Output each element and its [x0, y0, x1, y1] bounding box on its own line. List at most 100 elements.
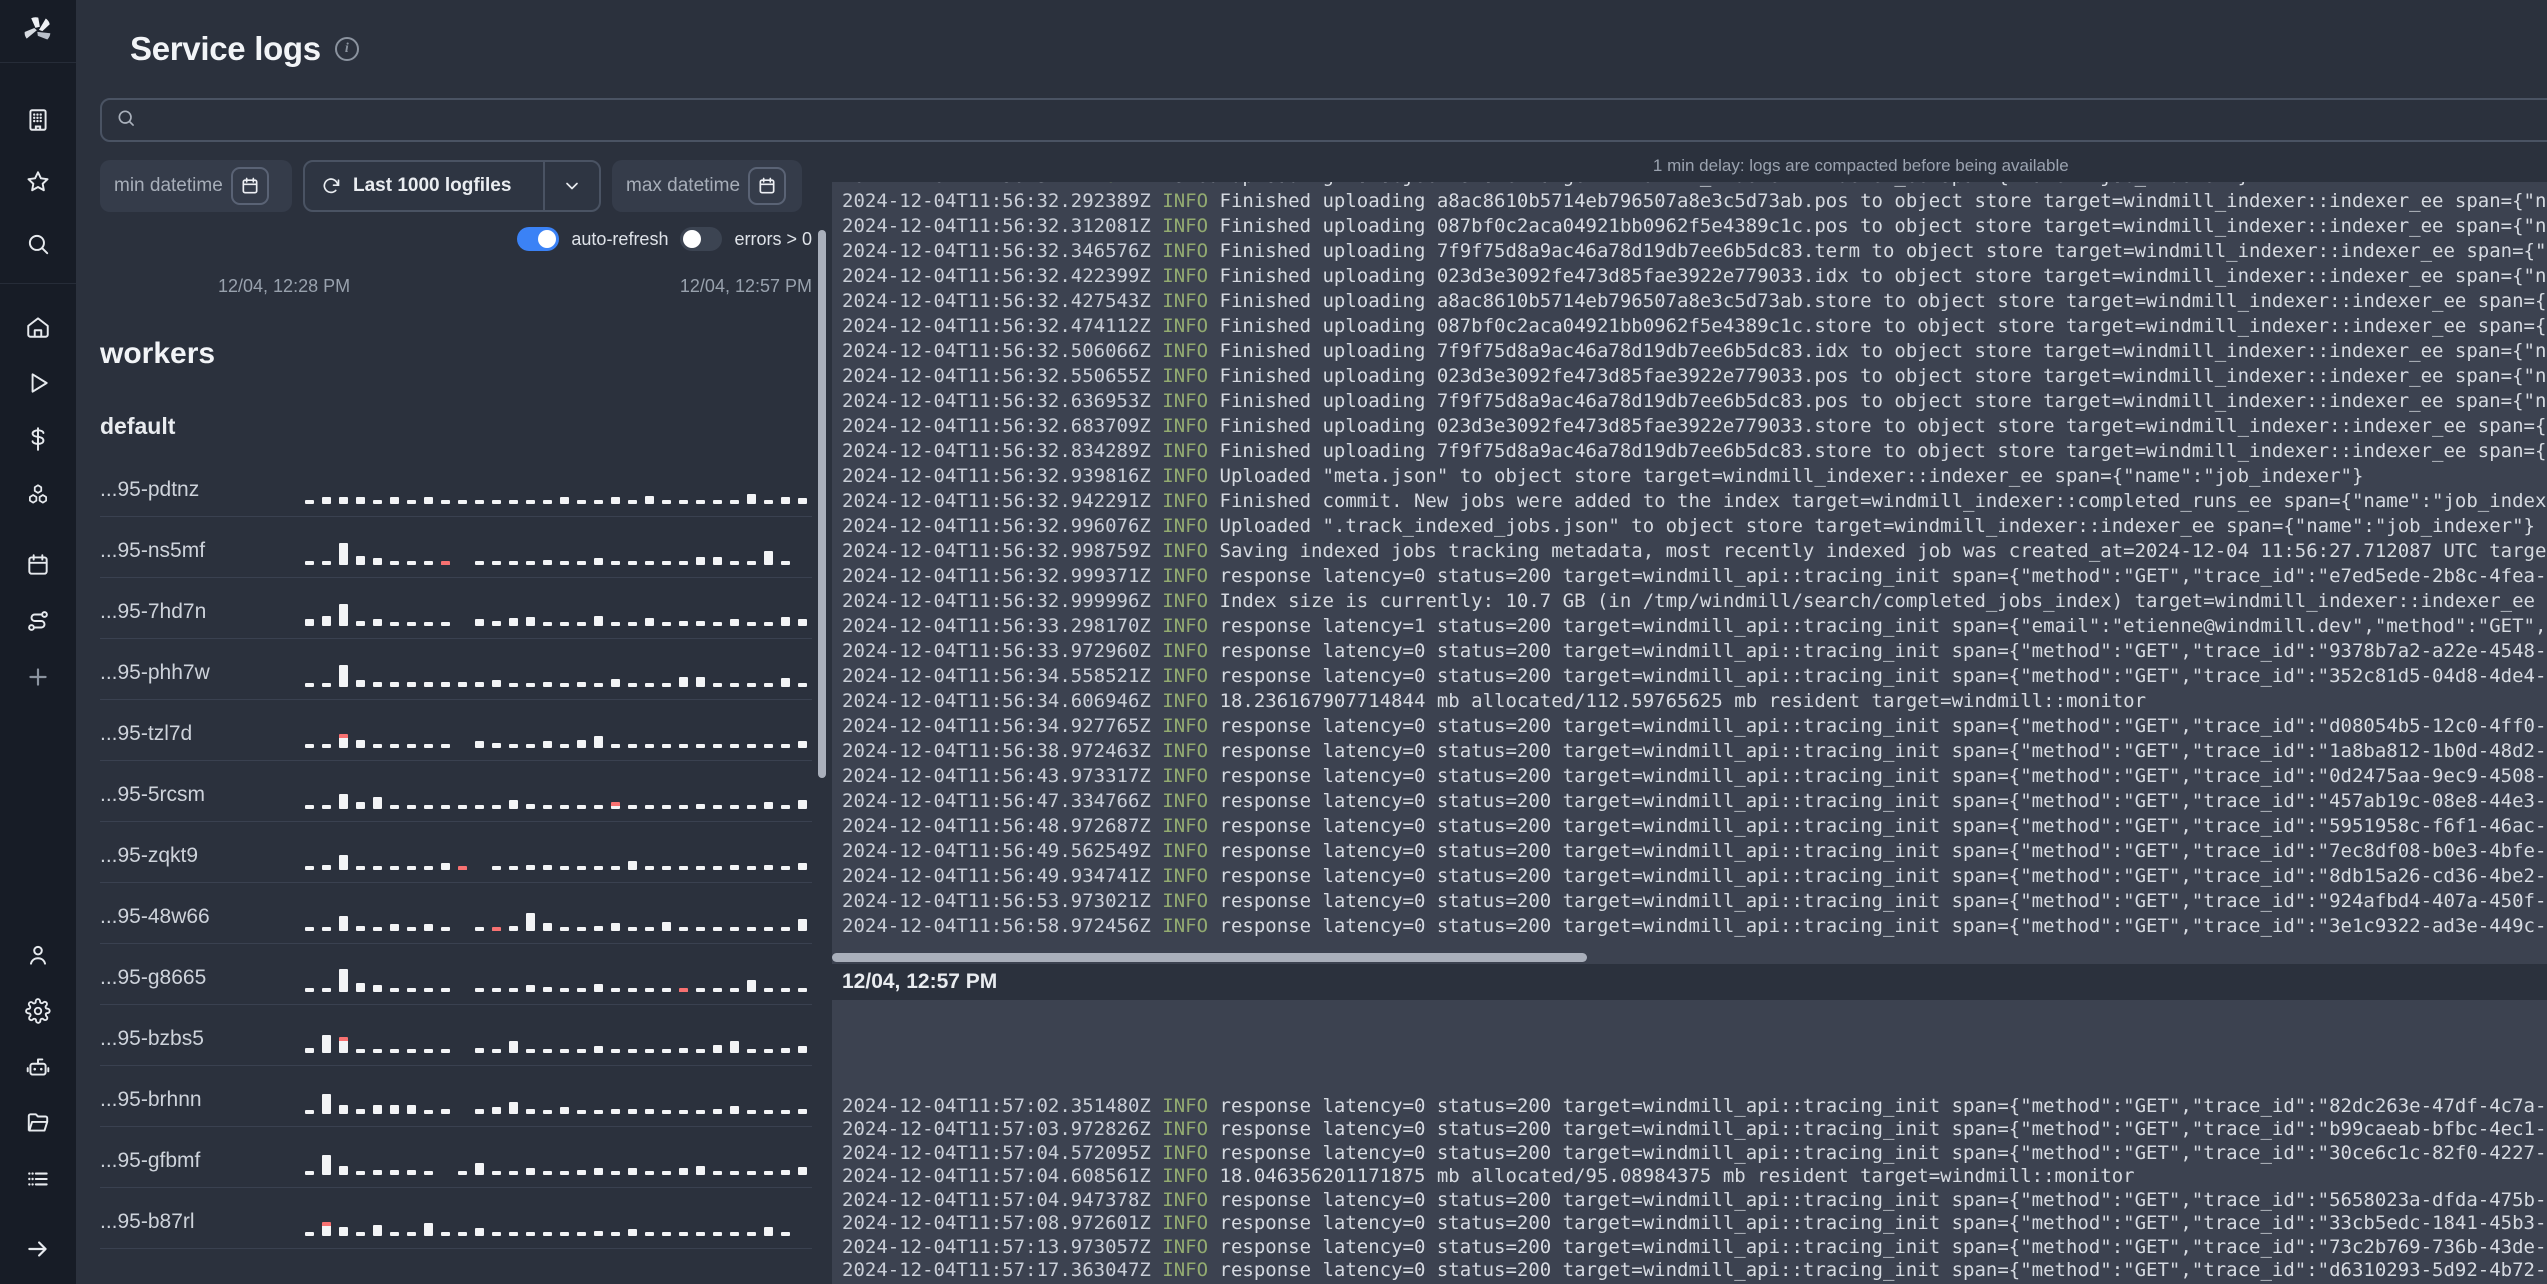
search-bar[interactable]	[100, 98, 2547, 142]
worker-row[interactable]: ...95-pdtnz	[100, 456, 812, 517]
activity-bar	[577, 1170, 586, 1175]
activity-bar	[679, 1232, 688, 1236]
expand-sidebar-arrow-icon[interactable]	[25, 1236, 51, 1262]
log-lines-bottom: 2024-12-04T11:57:02.351480Z INFO respons…	[842, 1095, 2547, 1284]
activity-bar	[645, 744, 654, 748]
min-datetime-calendar-button[interactable]	[230, 167, 269, 205]
schedules-calendar-icon[interactable]	[25, 552, 51, 578]
activity-bar	[356, 1109, 365, 1114]
user-icon[interactable]	[25, 942, 51, 968]
worker-row[interactable]: ...95-7hd7n	[100, 578, 812, 639]
add-plus-icon[interactable]	[25, 664, 51, 690]
sidebar	[0, 0, 76, 1284]
activity-bar	[577, 988, 586, 992]
errors-toggle[interactable]	[680, 227, 723, 251]
worker-row[interactable]: ...95-zqkt9	[100, 822, 812, 883]
audit-list-icon[interactable]	[25, 1166, 51, 1192]
max-datetime-calendar-button[interactable]	[748, 167, 787, 205]
activity-bar	[339, 855, 348, 870]
workers-robot-icon[interactable]	[25, 1054, 51, 1080]
worker-row[interactable]: ...95-gfbmf	[100, 1127, 812, 1188]
search-icon[interactable]	[25, 231, 51, 257]
resources-cubes-icon[interactable]	[25, 482, 51, 508]
activity-bar	[492, 866, 501, 870]
activity-bar	[713, 1045, 722, 1053]
activity-bar	[339, 1105, 348, 1114]
min-datetime-placeholder: min datetime	[114, 175, 223, 196]
worker-row[interactable]: ...95-ns5mf	[100, 517, 812, 578]
activity-bar	[356, 680, 365, 687]
worker-activity-sparkline	[305, 1084, 807, 1114]
log-delay-notice: 1 min delay: logs are compacted before b…	[1652, 156, 2069, 175]
activity-bar	[730, 619, 739, 626]
activity-bar	[679, 1110, 688, 1114]
activity-bar	[407, 561, 416, 565]
activity-bar	[611, 622, 620, 626]
favorites-star-icon[interactable]	[25, 169, 51, 195]
flows-route-icon[interactable]	[25, 608, 51, 634]
home-icon[interactable]	[25, 314, 51, 340]
log-horizontal-scrollbar[interactable]	[832, 953, 1587, 962]
activity-bar	[475, 988, 484, 992]
activity-bar	[526, 617, 535, 626]
activity-bar	[577, 1049, 586, 1053]
activity-bar	[628, 927, 637, 931]
activity-bar	[407, 866, 416, 870]
activity-bar	[764, 551, 773, 565]
activity-bar	[526, 804, 535, 809]
runs-play-icon[interactable]	[25, 370, 51, 396]
activity-bar	[764, 865, 773, 870]
activity-bar	[305, 1232, 314, 1236]
windmill-logo-icon[interactable]	[0, 14, 76, 63]
worker-row[interactable]: ...95-tzl7d	[100, 700, 812, 761]
activity-bar	[390, 744, 399, 748]
activity-bar	[781, 866, 790, 870]
folders-icon[interactable]	[25, 1110, 51, 1136]
activity-bar	[407, 682, 416, 687]
log-section-divider: 12/04, 12:57 PM	[832, 964, 2547, 1000]
activity-bar	[577, 1232, 586, 1236]
activity-bar	[645, 683, 654, 687]
log-line: 2024-12-04T11:56:43.973317Z INFO respons…	[842, 765, 2547, 787]
activity-bar	[441, 927, 450, 931]
worker-activity-sparkline	[305, 1023, 807, 1053]
info-icon[interactable]: i	[334, 37, 359, 61]
worker-row[interactable]: ...95-48w66	[100, 883, 812, 944]
activity-bar	[407, 1170, 416, 1175]
activity-bar	[713, 500, 722, 504]
activity-bar	[305, 805, 314, 809]
activity-bar	[458, 500, 467, 504]
workspace-building-icon[interactable]	[25, 107, 51, 133]
activity-bar	[373, 558, 382, 565]
activity-bar	[628, 561, 637, 565]
variables-dollar-icon[interactable]	[25, 426, 51, 452]
activity-bar	[424, 622, 433, 626]
auto-refresh-toggle[interactable]	[517, 227, 560, 251]
top-section-scrollbar[interactable]	[818, 230, 826, 778]
log-line: 2024-12-04T11:57:17.363047Z INFO respons…	[842, 1259, 2547, 1281]
settings-gear-icon[interactable]	[25, 998, 51, 1024]
worker-row[interactable]: ...95-bzbs5	[100, 1005, 812, 1066]
activity-bar	[492, 561, 501, 565]
worker-row[interactable]: ...95-brhnn	[100, 1066, 812, 1127]
min-datetime-field[interactable]: min datetime	[100, 160, 292, 212]
activity-bar	[679, 1048, 688, 1053]
worker-row[interactable]: ...95-g8665	[100, 944, 812, 1005]
worker-row[interactable]: ...95-b87rl	[100, 1188, 812, 1249]
activity-bar	[696, 1049, 705, 1053]
max-datetime-field[interactable]: max datetime	[612, 160, 802, 212]
search-input[interactable]	[146, 109, 2547, 131]
logfiles-dropdown[interactable]: Last 1000 logfiles	[303, 160, 601, 212]
log-line: 2024-12-04T11:57:13.973057Z INFO respons…	[842, 1235, 2547, 1258]
activity-bar	[475, 1109, 484, 1114]
activity-bar	[577, 805, 586, 809]
activity-bar	[509, 744, 518, 748]
activity-bar	[373, 797, 382, 809]
activity-bar	[662, 500, 671, 504]
activity-bar	[611, 866, 620, 870]
worker-row[interactable]: ...95-5rcsm	[100, 761, 812, 822]
worker-row[interactable]: ...95-phh7w	[100, 639, 812, 700]
activity-bar	[645, 1049, 654, 1053]
chevron-down-icon[interactable]	[543, 162, 599, 210]
activity-bar	[305, 500, 314, 504]
